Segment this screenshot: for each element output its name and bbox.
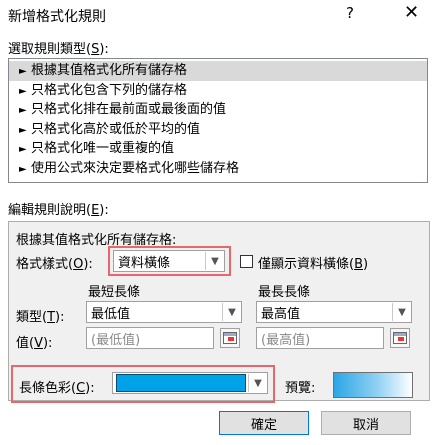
- triangle-right-icon: ►: [19, 66, 27, 77]
- triangle-right-icon: ►: [19, 124, 27, 136]
- rule-type-item-unique-duplicate[interactable]: ► 只格式化唯一或重複的值: [9, 139, 427, 159]
- chevron-down-icon: ▼: [205, 252, 224, 270]
- min-type-dropdown[interactable]: 最低值 ▼: [86, 301, 242, 323]
- cell-reference-picker-icon[interactable]: [220, 328, 240, 348]
- chevron-down-icon: ▼: [222, 303, 241, 321]
- ok-button[interactable]: 確定: [219, 411, 309, 435]
- value-label: 值(V):: [16, 336, 53, 351]
- chevron-down-icon: ▼: [392, 303, 411, 321]
- cancel-button[interactable]: 取消: [321, 411, 411, 435]
- dialog-title: 新增格式化規則: [8, 9, 106, 25]
- format-style-dropdown[interactable]: 資料橫條 ▼: [113, 250, 225, 272]
- bar-color-label: 長條色彩(C):: [19, 381, 95, 396]
- min-type-value: 最低值: [91, 306, 131, 322]
- triangle-right-icon: ►: [19, 144, 27, 155]
- close-icon[interactable]: ✕: [404, 2, 419, 23]
- rule-type-item-format-by-value[interactable]: ► 根據其值格式化所有儲存格: [9, 61, 427, 81]
- bar-color-swatch: [116, 374, 246, 392]
- chevron-down-icon: ▼: [248, 374, 267, 392]
- min-bar-header: 最短長條: [88, 285, 141, 300]
- max-value-input[interactable]: (最高值): [256, 327, 384, 349]
- cell-reference-picker-icon[interactable]: [390, 328, 410, 348]
- format-style-value: 資料橫條: [118, 255, 171, 271]
- format-style-label: 格式樣式(O):: [16, 257, 93, 272]
- rule-type-item-top-bottom[interactable]: ► 只格式化排在最前面或最後面的值: [9, 100, 427, 120]
- min-value-input[interactable]: (最低值): [86, 327, 214, 349]
- rule-type-list[interactable]: ► 根據其值格式化所有儲存格 ► 只格式化包含下列的儲存格 ► 只格式化排在最前面或最…: [8, 58, 428, 183]
- type-label: 類型(T):: [16, 310, 65, 325]
- rule-type-item-above-below-average[interactable]: ► 只格式化高於或低於平均的值: [9, 120, 427, 140]
- max-type-dropdown[interactable]: 最高值 ▼: [256, 301, 412, 323]
- triangle-right-icon: ►: [19, 85, 27, 97]
- rule-type-item-contains[interactable]: ► 只格式化包含下列的儲存格: [9, 81, 427, 101]
- data-bar-preview: [333, 372, 413, 398]
- triangle-right-icon: ►: [19, 105, 27, 116]
- preview-label: 預覽:: [285, 381, 316, 396]
- max-type-value: 最高值: [261, 306, 301, 322]
- triangle-right-icon: ►: [19, 163, 27, 175]
- rule-type-item-formula[interactable]: ► 使用公式來決定要格式化哪些儲存格: [9, 159, 427, 179]
- max-bar-header: 最長長條: [258, 285, 311, 300]
- help-icon[interactable]: ?: [346, 4, 354, 22]
- show-bar-only-checkbox[interactable]: [240, 255, 253, 268]
- select-rule-type-label: 選取規則類型(S):: [8, 42, 109, 57]
- bar-color-dropdown[interactable]: ▼: [112, 372, 268, 394]
- show-bar-only-label: 僅顯示資料橫條(B): [258, 257, 369, 272]
- edit-rule-label: 編輯規則說明(E):: [8, 203, 109, 218]
